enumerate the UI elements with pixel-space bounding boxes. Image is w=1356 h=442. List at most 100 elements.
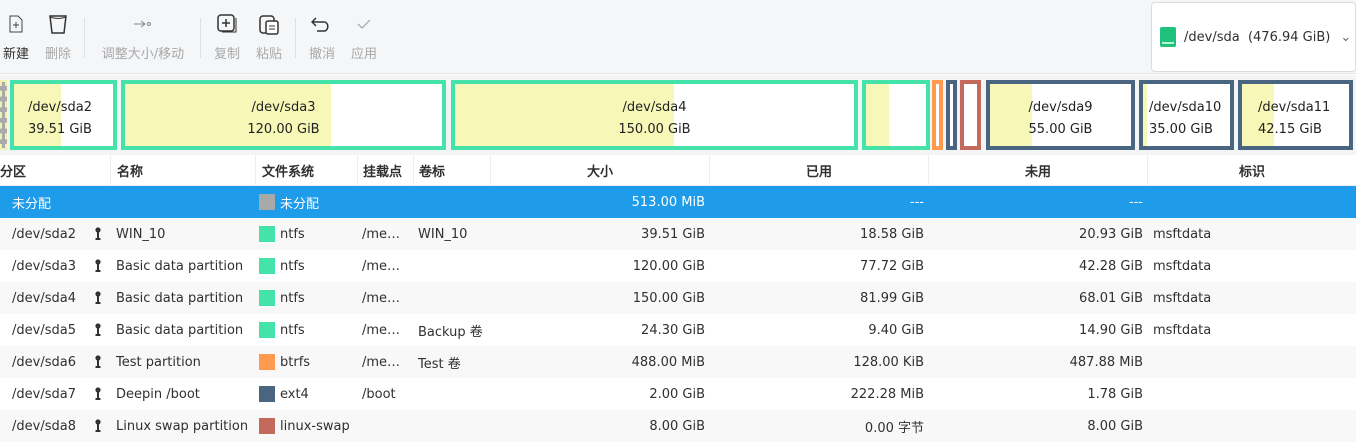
map-size: 55.00 GiB [1028,122,1093,137]
table-row[interactable]: /dev/sda6 Test partition btrfs/me… Test 卷 48… [0,346,1356,378]
cell-filesystem: ext4 [280,386,309,402]
key-icon [95,355,101,368]
copy-icon [211,10,243,38]
paste-button[interactable]: 粘贴 [253,10,285,62]
cell-filesystem: 未分配 [280,196,320,212]
cell-mountpoint: /boot [362,386,396,402]
fs-color-swatch [259,386,275,402]
table-row[interactable]: /dev/sda5 Basic data partition ntfs/me… Bac… [0,314,1356,346]
map-partition-sda6[interactable] [932,80,943,150]
map-partition-sda7[interactable] [946,80,957,150]
resize-move-button[interactable]: 调整大小/移动 [96,10,190,62]
table-row[interactable]: 未分配 未分配 513.00 MiB --- --- [0,186,1356,218]
col-used[interactable]: 已用 [709,155,928,185]
cell-flags [1153,346,1353,378]
cell-filesystem: ntfs [280,258,305,274]
trash-icon [42,10,74,38]
cell-flags: msftdata [1153,322,1212,338]
table-row[interactable]: /dev/sda4 Basic data partition ntfs/me… 150… [0,282,1356,314]
map-unallocated[interactable] [0,80,7,150]
cell-name: Basic data partition [116,290,244,306]
cell-mountpoint: /me… [362,322,401,338]
cell-size: 120.00 GiB [632,258,705,274]
key-icon [95,259,101,272]
chevron-down-icon: ⌄ [1340,29,1352,45]
col-mountpoint[interactable]: 挂载点 [357,155,413,185]
cell-flags [1153,410,1353,442]
cell-partition: 未分配 [12,196,52,212]
cell-mountpoint: /me… [362,290,401,306]
map-label: /dev/sda2 [28,100,92,115]
undo-button[interactable]: 撤消 [306,10,338,62]
undo-icon [306,10,338,38]
cell-mountpoint: /me… [362,258,401,274]
apply-button[interactable]: 应用 [348,10,380,62]
copy-button[interactable]: 复制 [211,10,243,62]
check-icon [348,10,380,38]
cell-partition: /dev/sda4 [12,290,76,306]
map-size: 39.51 GiB [28,122,92,137]
cell-size: 8.00 GiB [649,418,705,434]
map-size: 120.00 GiB [247,122,320,137]
device-path: /dev/sda [1184,29,1240,45]
key-icon [95,387,101,400]
partition-map: /dev/sda2 39.51 GiB /dev/sda3 120.00 GiB /… [0,75,1356,155]
cell-label [418,250,490,282]
partition-table: 分区 名称 文件系统 挂载点 卷标 大小 已用 未用 标识 未分配 未分配 513.… [0,155,1356,442]
map-partition-sda4[interactable]: /dev/sda4 150.00 GiB [451,80,858,150]
col-filesystem[interactable]: 文件系统 [255,155,357,185]
cell-mountpoint: /me… [362,354,401,370]
map-partition-sda5[interactable] [862,80,930,150]
cell-mountpoint: /me… [362,226,401,242]
cell-filesystem: btrfs [280,354,311,370]
disk-icon [1160,27,1176,47]
cell-name: Linux swap partition [116,418,249,434]
cell-partition: /dev/sda7 [12,386,76,402]
col-flags[interactable]: 标识 [1147,155,1356,185]
map-partition-sda10[interactable]: /dev/sda10 35.00 GiB [1139,80,1234,150]
map-size: 35.00 GiB [1149,122,1213,137]
col-unused[interactable]: 未用 [928,155,1147,185]
map-label: /dev/sda11 [1258,100,1331,115]
cell-unused: 20.93 GiB [1079,226,1143,242]
device-selector[interactable]: /dev/sda (476.94 GiB) ⌄ [1151,2,1356,72]
map-label: /dev/sda10 [1149,100,1222,115]
col-label[interactable]: 卷标 [413,155,490,185]
cell-used: 9.40 GiB [868,322,924,338]
toolbar: 新建 删除 调整大小/移动 复制 粘贴 撤消 应用 /dev/sda (476.… [0,0,1356,74]
col-partition[interactable]: 分区 [0,155,110,185]
key-icon [95,227,101,240]
cell-unused: 14.90 GiB [1079,322,1143,338]
fs-color-swatch [259,258,275,274]
cell-unused: 1.78 GiB [1087,386,1143,402]
table-row[interactable]: /dev/sda8 Linux swap partition linux-swap 8… [0,410,1356,442]
cell-used: 77.72 GiB [860,258,924,274]
map-partition-sda11[interactable]: /dev/sda11 42.15 GiB [1238,80,1353,150]
map-partition-sda2[interactable]: /dev/sda2 39.51 GiB [10,80,117,150]
cell-size: 24.30 GiB [641,322,705,338]
map-partition-sda8[interactable] [960,80,981,150]
cell-used: 128.00 KiB [853,354,924,370]
cell-flags: msftdata [1153,290,1212,306]
map-label: /dev/sda9 [1028,100,1093,115]
cell-size: 2.00 GiB [649,386,705,402]
delete-button[interactable]: 删除 [42,10,74,62]
table-row[interactable]: /dev/sda2 WIN_10 ntfs/me… WIN_10 39.51 GiB 18… [0,218,1356,250]
map-partition-sda3[interactable]: /dev/sda3 120.00 GiB [121,80,446,150]
resize-icon [96,10,190,38]
fs-color-swatch [259,322,275,338]
cell-flags: msftdata [1153,258,1212,274]
col-name[interactable]: 名称 [110,155,255,185]
new-button[interactable]: 新建 [0,10,32,62]
cell-unused: 487.88 MiB [1069,354,1143,370]
col-size[interactable]: 大小 [490,155,709,185]
separator [84,18,85,58]
cell-name: Deepin /boot [116,386,200,402]
table-row[interactable]: /dev/sda7 Deepin /boot ext4/boot 2.00 GiB 22… [0,378,1356,410]
table-row[interactable]: /dev/sda3 Basic data partition ntfs/me… 120… [0,250,1356,282]
cell-filesystem: ntfs [280,226,305,242]
cell-label: Test 卷 [418,356,461,372]
cell-label [418,410,490,442]
cell-label [418,378,490,410]
map-partition-sda9[interactable]: /dev/sda9 55.00 GiB [986,80,1135,150]
